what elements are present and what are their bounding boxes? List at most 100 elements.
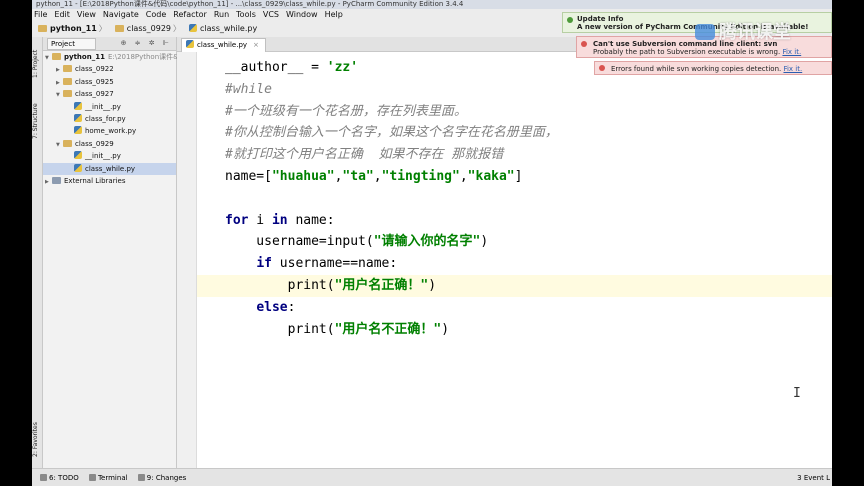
tree-item[interactable]: ▶ External Libraries [43,175,176,187]
python-file-icon [186,40,194,48]
breadcrumb-label: class_0929 [126,24,172,33]
tool-tab-terminal[interactable]: Terminal [88,474,128,482]
code-editor[interactable]: I __author__ = 'zz' #while #一个班级有一个花名册，存在列… [197,52,832,468]
code-token: ) [441,321,450,337]
code-line: #你从控制台输入一个名字，如果这个名字在花名册里面， [197,122,832,144]
menu-help[interactable]: Help [325,10,343,19]
notification-svn-copies-error[interactable]: Errors found while svn working copies de… [594,61,832,75]
tree-item-path-hint: E:\2018Python课件&代 [107,53,186,61]
code-token: username=input( [225,234,374,250]
menu-navigate[interactable]: Navigate [103,10,139,19]
tree-item-label: External Libraries [64,177,126,185]
left-tool-strip: 1: Project 7: Structure 2: Favorites [32,37,43,468]
tree-item-label: __init__.py [85,152,121,161]
project-panel: Project ⊕ ≑ ✲ ⊩ ▼ python_11 E:\2018Python课… [43,37,186,468]
tree-item[interactable]: ▶ class_0922 [43,63,176,75]
error-icon [599,65,605,71]
fix-it-link[interactable]: Fix it. [782,48,801,56]
menu-edit[interactable]: Edit [54,10,70,19]
code-token: #就打印这个用户名正确 如果不存在 那就报错 [225,147,504,163]
code-token: i [248,212,272,228]
code-token: ) [428,278,437,293]
mouse-cursor-icon: I [793,386,801,401]
expand-right-icon[interactable]: ▶ [56,64,63,76]
menu-tools[interactable]: Tools [236,10,256,19]
expand-right-icon[interactable]: ▶ [56,77,63,89]
tool-tab-changes[interactable]: 9: Changes [137,474,186,482]
tree-item[interactable]: ▼ python_11 E:\2018Python课件&代 [43,51,186,64]
code-token: "用户名正确！" [334,278,429,293]
code-token: print( [225,321,335,337]
tree-item-label: python_11 [64,53,105,61]
python-file-icon [74,101,82,110]
tool-tab-todo[interactable]: 6: TODO [40,474,79,482]
python-file-icon [74,163,82,172]
breadcrumb-label: python_11 [50,24,97,33]
todo-icon [40,474,47,481]
editor-tab-class-while[interactable]: class_while.py × [181,38,266,52]
close-icon[interactable]: × [253,41,259,49]
watermark-text: 腾讯课堂 [719,22,791,43]
tool-tab-favorites[interactable]: 2: Favorites [32,415,42,465]
tree-item[interactable]: ▼ class_0927 [43,88,176,100]
tree-item-label: home_work.py [85,127,137,136]
breadcrumb-separator-icon: 〉 [98,24,107,33]
menu-view[interactable]: View [77,10,96,19]
code-token: print( [225,278,335,293]
folder-icon [63,65,72,73]
code-token: name: [287,212,335,228]
tool-tab-project[interactable]: 1: Project [32,41,42,87]
expand-right-icon[interactable]: ▶ [45,176,52,188]
folder-icon [52,53,61,60]
breadcrumb-label: class_while.py [200,24,258,33]
breadcrumb-separator-icon: 〉 [173,24,182,33]
tool-tab-event-log[interactable]: 3 Event L [797,469,830,486]
fix-it-link[interactable]: Fix it. [783,65,802,73]
expand-down-icon[interactable]: ▼ [56,89,63,101]
menu-vcs[interactable]: VCS [263,10,279,19]
menu-window[interactable]: Window [286,10,318,19]
code-token: ] [514,169,523,184]
menu-code[interactable]: Code [146,10,166,19]
expand-down-icon[interactable]: ▼ [56,139,63,151]
changes-icon [137,474,145,481]
code-line: #一个班级有一个花名册，存在列表里面。 [197,101,832,123]
python-file-icon [189,24,198,32]
code-line: for i in name: [197,210,832,232]
code-token: : [287,299,296,315]
code-line: if username==name: [197,253,832,275]
menu-refactor[interactable]: Refactor [173,10,207,19]
folder-icon [63,90,72,98]
code-token: else [256,299,288,315]
project-view-selector[interactable]: Project [47,38,96,50]
code-token: in [271,212,288,228]
code-token: , [459,169,468,184]
bottom-tool-bar: 6: TODO Terminal 9: Changes 3 Event L [32,468,832,486]
code-token: "ta" [342,169,374,184]
tree-item[interactable]: __init__.py [43,150,176,162]
notification-body: Errors found while svn working copies de… [611,65,782,73]
breadcrumb-item[interactable]: class_0929 [114,24,172,33]
breadcrumb-item[interactable]: python_11 [38,24,97,33]
folder-icon [63,139,72,147]
letterbox-right [832,0,864,486]
tree-item[interactable]: ▼ class_0929 [43,138,176,150]
tree-item[interactable]: class_for.py [43,113,176,125]
code-token: name=[ [225,169,272,184]
tool-tab-structure[interactable]: 7: Structure [32,95,42,147]
code-token: #一个班级有一个花名册，存在列表里面。 [225,103,467,119]
python-file-icon [74,151,82,160]
breadcrumb-item[interactable]: class_while.py [189,24,257,33]
code-token: ) [480,234,489,250]
tree-item[interactable]: __init__.py [43,101,176,113]
code-line: print("用户名不正确！") [197,319,832,341]
menu-file[interactable]: File [34,10,47,19]
tree-item[interactable]: class_while.py [43,162,176,175]
project-panel-tools-icon[interactable]: ⊕ ≑ ✲ ⊩ [121,37,172,50]
tree-item[interactable]: ▶ class_0925 [43,76,176,88]
watermark-logo-icon [695,24,715,40]
expand-down-icon[interactable]: ▼ [45,52,52,64]
tree-item[interactable]: home_work.py [43,125,176,137]
menu-run[interactable]: Run [214,10,229,19]
